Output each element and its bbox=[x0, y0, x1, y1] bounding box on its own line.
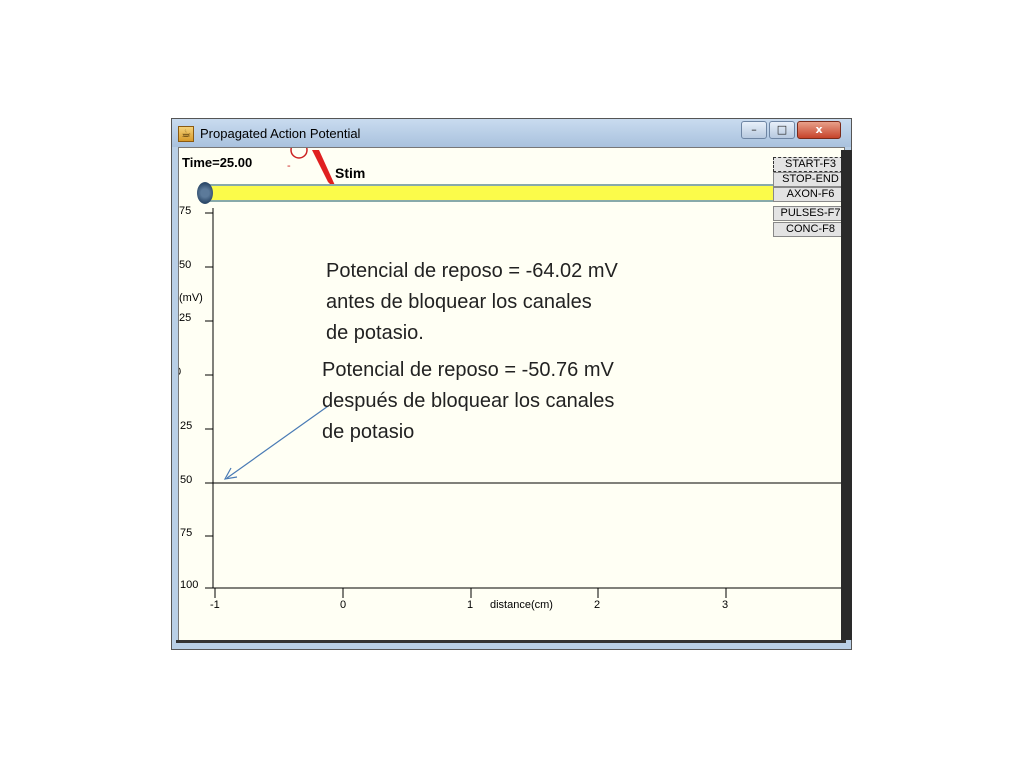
x-tick: 2 bbox=[594, 599, 601, 611]
window-bottom-edge bbox=[176, 640, 846, 643]
y-tick: 25 bbox=[179, 312, 192, 324]
annotation-line: antes de bloquear los canales bbox=[326, 291, 592, 313]
x-axis-label: distance(cm) bbox=[490, 599, 553, 611]
annotation-line: después de bloquear los canales bbox=[322, 390, 615, 412]
y-tick: 25 bbox=[180, 420, 193, 432]
y-tick: 75 bbox=[179, 205, 192, 217]
title-bar[interactable]: ☕ Propagated Action Potential – □ x bbox=[172, 119, 851, 147]
annotation-arrow bbox=[226, 403, 332, 479]
annotation-line: Potencial de reposo = -64.02 mV bbox=[326, 260, 618, 282]
annotation-line: Potencial de reposo = -50.76 mV bbox=[322, 359, 614, 381]
java-app-icon: ☕ bbox=[178, 126, 194, 142]
maximize-button[interactable]: □ bbox=[769, 121, 795, 139]
window-title: Propagated Action Potential bbox=[200, 126, 361, 141]
annotation-after: Potencial de reposo = -50.76 mV después d… bbox=[322, 355, 614, 448]
y-tick: 0 bbox=[179, 366, 181, 378]
y-tick: 75 bbox=[180, 527, 193, 539]
x-tick: 0 bbox=[340, 599, 347, 611]
y-tick: 100 bbox=[180, 579, 199, 591]
x-tick: 3 bbox=[722, 599, 729, 611]
y-tick: 50 bbox=[179, 259, 192, 271]
annotation-before: Potencial de reposo = -64.02 mV antes de … bbox=[326, 256, 618, 349]
close-button[interactable]: x bbox=[797, 121, 841, 139]
minimize-button[interactable]: – bbox=[741, 121, 767, 139]
window-shadow bbox=[841, 150, 852, 640]
x-tick: 1 bbox=[467, 599, 474, 611]
y-axis-unit: (mV) bbox=[179, 292, 203, 304]
annotation-line: de potasio. bbox=[326, 322, 424, 344]
annotation-line: de potasio bbox=[322, 421, 415, 443]
x-tick: -1 bbox=[210, 599, 220, 611]
y-tick: 50 bbox=[180, 474, 193, 486]
